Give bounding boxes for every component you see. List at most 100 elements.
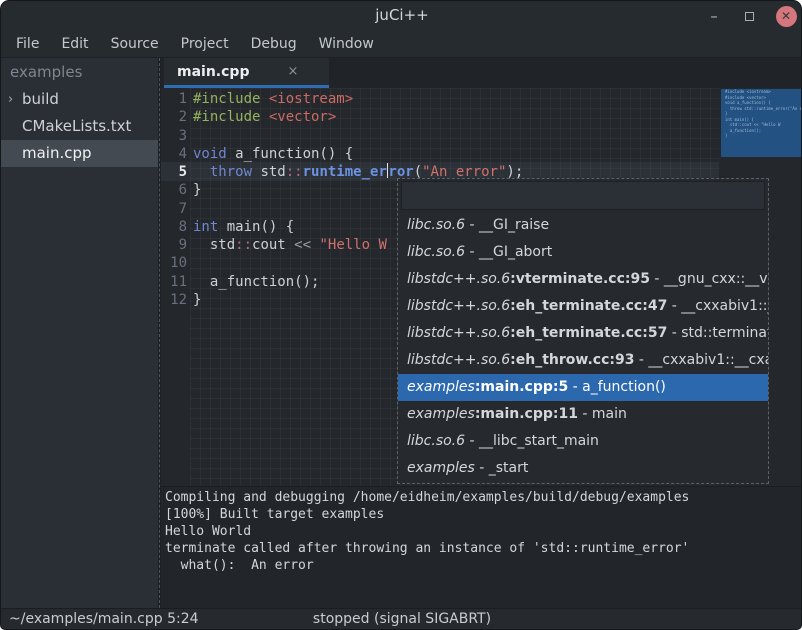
frame-symbol: - a_function()	[568, 379, 666, 395]
code-segment: cout	[252, 237, 294, 253]
tab-main-cpp[interactable]: main.cpp ×	[164, 58, 329, 88]
popup-filter-input[interactable]	[401, 181, 765, 210]
file-tree: ›buildCMakeLists.txtmain.cpp	[1, 86, 158, 167]
close-button[interactable]: ✕	[769, 1, 802, 31]
terminal-line: Hello World	[165, 523, 802, 540]
line-number: 1	[161, 90, 187, 108]
code-segment: <vector>	[269, 109, 336, 125]
backtrace-row-4[interactable]: libstdc++.so.6:eh_terminate.cc:57 - std:…	[398, 320, 768, 347]
code-segment: ::	[286, 164, 303, 180]
frame-library: examples	[407, 379, 475, 395]
terminal-line: Compiling and debugging /home/eidheim/ex…	[165, 489, 802, 506]
frame-library: libc.so.6	[407, 217, 465, 233]
tab-close-icon[interactable]: ×	[287, 64, 298, 79]
juci-window: juCi++ – ✕ FileEditSourceProjectDebugWin…	[0, 0, 802, 630]
code-segment: }	[193, 292, 201, 308]
backtrace-row-6[interactable]: examples:main.cpp:5 - a_function()	[398, 374, 768, 401]
frame-symbol: - _start	[475, 460, 529, 476]
code-segment: void	[193, 146, 227, 162]
frame-library: libstdc++.so.6	[407, 352, 510, 368]
statusbar: ~/examples/main.cpp 5:24 stopped (signal…	[1, 608, 802, 630]
code-line-6: }	[193, 181, 201, 199]
backtrace-row-2[interactable]: libstdc++.so.6:vterminate.cc:95 - __gnu_…	[398, 266, 768, 293]
code-segment: a_function() {	[227, 146, 353, 162]
menu-edit[interactable]: Edit	[50, 32, 99, 56]
status-debug-state: stopped (signal SIGABRT)	[1, 611, 802, 627]
restore-icon	[745, 12, 754, 21]
tree-item-label: main.cpp	[22, 140, 92, 167]
terminal-panel[interactable]: Compiling and debugging /home/eidheim/ex…	[161, 486, 802, 608]
restore-button[interactable]	[734, 1, 764, 31]
line-number: 10	[161, 254, 187, 272]
code-line-8: int main() {	[193, 218, 294, 236]
close-icon: ✕	[776, 6, 797, 27]
frame-symbol: - __gnu_cxx::__verbos	[650, 271, 768, 287]
code-segment: #include	[193, 109, 269, 125]
tab-strip: main.cpp ×	[161, 58, 802, 88]
tree-item-label: build	[22, 86, 59, 113]
frame-file-line: :eh_throw.cc:93	[510, 352, 634, 368]
line-number: 12	[161, 291, 187, 309]
frame-file-line: :vterminate.cc:95	[510, 271, 650, 287]
frame-symbol: - __libc_start_main	[465, 433, 599, 449]
line-number: 7	[161, 200, 187, 218]
menu-window[interactable]: Window	[308, 32, 385, 56]
code-line-4: void a_function() {	[193, 145, 353, 163]
pane-divider-dash	[159, 58, 160, 608]
tree-item-cmakelists-txt[interactable]: CMakeLists.txt	[1, 113, 158, 140]
code-segment: a_function();	[193, 274, 319, 290]
line-number: 5	[161, 163, 187, 181]
minimap[interactable]: #include <iostream>#include <vector>void…	[721, 89, 801, 157]
line-number: 11	[161, 273, 187, 291]
frame-file-line: :eh_terminate.cc:57	[510, 325, 667, 341]
code-segment: #include	[193, 91, 269, 107]
minimap-line: throw std::runtime_error("An error");	[721, 106, 801, 112]
line-number: 8	[161, 218, 187, 236]
code-segment: <<	[294, 237, 311, 253]
project-folder-label: examples	[1, 58, 158, 86]
code-line-12: }	[193, 291, 201, 309]
code-segment: int	[193, 219, 218, 235]
terminal-line: terminate called after throwing an insta…	[165, 540, 802, 557]
window-title: juCi++	[1, 6, 802, 24]
code-segment: std	[252, 164, 286, 180]
code-segment: }	[193, 182, 201, 198]
backtrace-row-8[interactable]: libc.so.6 - __libc_start_main	[398, 428, 768, 455]
backtrace-row-0[interactable]: libc.so.6 - __GI_raise	[398, 212, 768, 239]
frame-symbol: - __cxxabiv1::__cxa_thro	[634, 352, 768, 368]
frame-file-line: :eh_terminate.cc:47	[510, 298, 667, 314]
tree-item-build[interactable]: ›build	[1, 86, 158, 113]
menu-source[interactable]: Source	[100, 32, 170, 56]
frame-file-line: :main.cpp:5	[475, 379, 568, 395]
frame-symbol: - main	[578, 406, 627, 422]
backtrace-row-3[interactable]: libstdc++.so.6:eh_terminate.cc:47 - __cx…	[398, 293, 768, 320]
backtrace-row-1[interactable]: libc.so.6 - __GI_abort	[398, 239, 768, 266]
code-segment: "Hello W	[319, 237, 386, 253]
line-number: 6	[161, 181, 187, 199]
code-segment: ::	[235, 237, 252, 253]
tab-label: main.cpp	[177, 64, 249, 80]
frame-symbol: - __GI_abort	[465, 244, 552, 260]
code-line-11: a_function();	[193, 273, 319, 291]
frame-library: libc.so.6	[407, 244, 465, 260]
code-segment: main() {	[218, 219, 294, 235]
menu-project[interactable]: Project	[170, 32, 240, 56]
backtrace-row-9[interactable]: examples - _start	[398, 455, 768, 482]
menu-file[interactable]: File	[5, 32, 50, 56]
backtrace-row-5[interactable]: libstdc++.so.6:eh_throw.cc:93 - __cxxabi…	[398, 347, 768, 374]
frame-library: examples	[407, 406, 475, 422]
frame-library: libstdc++.so.6	[407, 298, 510, 314]
backtrace-row-7[interactable]: examples:main.cpp:11 - main	[398, 401, 768, 428]
frame-file-line: :main.cpp:11	[475, 406, 578, 422]
chevron-right-icon[interactable]: ›	[8, 86, 22, 113]
line-number: 4	[161, 145, 187, 163]
minimize-button[interactable]: –	[699, 1, 729, 31]
file-tree-sidebar: examples ›buildCMakeLists.txtmain.cpp	[1, 58, 158, 608]
tree-item-label: CMakeLists.txt	[22, 113, 131, 140]
backtrace-popup: libc.so.6 - __GI_raiselibc.so.6 - __GI_a…	[397, 178, 769, 484]
code-segment: std	[193, 237, 235, 253]
code-line-1: #include <iostream>	[193, 90, 353, 108]
tree-item-main-cpp[interactable]: main.cpp	[1, 140, 158, 167]
line-number: 3	[161, 127, 187, 145]
menu-debug[interactable]: Debug	[240, 32, 308, 56]
